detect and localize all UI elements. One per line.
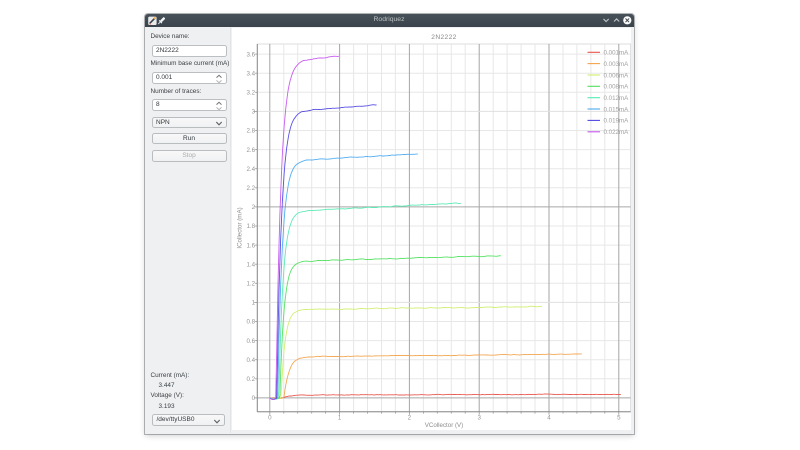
- svg-text:0.015mA: 0.015mA: [604, 106, 630, 113]
- svg-text:0.2: 0.2: [246, 376, 255, 383]
- svg-text:0.008mA: 0.008mA: [604, 83, 630, 90]
- svg-text:0.022mA: 0.022mA: [604, 129, 630, 136]
- svg-text:VCollector (V): VCollector (V): [425, 422, 464, 429]
- svg-text:0.006mA: 0.006mA: [604, 72, 630, 79]
- svg-text:2.6: 2.6: [246, 146, 255, 153]
- svg-text:2: 2: [408, 414, 412, 421]
- svg-text:1.8: 1.8: [246, 223, 255, 230]
- svg-text:1: 1: [252, 299, 256, 306]
- svg-text:0.012mA: 0.012mA: [604, 95, 630, 102]
- svg-text:0.4: 0.4: [246, 356, 255, 363]
- svg-text:4: 4: [547, 414, 551, 421]
- svg-text:0.001mA: 0.001mA: [604, 49, 630, 56]
- svg-text:1.2: 1.2: [246, 280, 255, 287]
- svg-text:0.8: 0.8: [246, 318, 255, 325]
- svg-text:0.6: 0.6: [246, 337, 255, 344]
- svg-text:1.4: 1.4: [246, 261, 255, 268]
- svg-text:2.8: 2.8: [246, 127, 255, 134]
- svg-text:3.2: 3.2: [246, 89, 255, 96]
- svg-text:2.4: 2.4: [246, 165, 255, 172]
- svg-text:2N2222: 2N2222: [431, 34, 457, 41]
- svg-text:0: 0: [268, 414, 272, 421]
- svg-text:5: 5: [617, 414, 621, 421]
- svg-text:3: 3: [252, 108, 256, 115]
- svg-text:2.2: 2.2: [246, 185, 255, 192]
- svg-text:0.003mA: 0.003mA: [604, 60, 630, 67]
- svg-text:1.6: 1.6: [246, 242, 255, 249]
- svg-text:1: 1: [338, 414, 342, 421]
- svg-text:3: 3: [477, 414, 481, 421]
- svg-text:2: 2: [252, 204, 256, 211]
- svg-text:3.6: 3.6: [246, 51, 255, 58]
- svg-text:0.019mA: 0.019mA: [604, 117, 630, 124]
- svg-text:0: 0: [252, 395, 256, 402]
- svg-text:ICollector (mA): ICollector (mA): [237, 207, 244, 248]
- svg-text:3.4: 3.4: [246, 70, 255, 77]
